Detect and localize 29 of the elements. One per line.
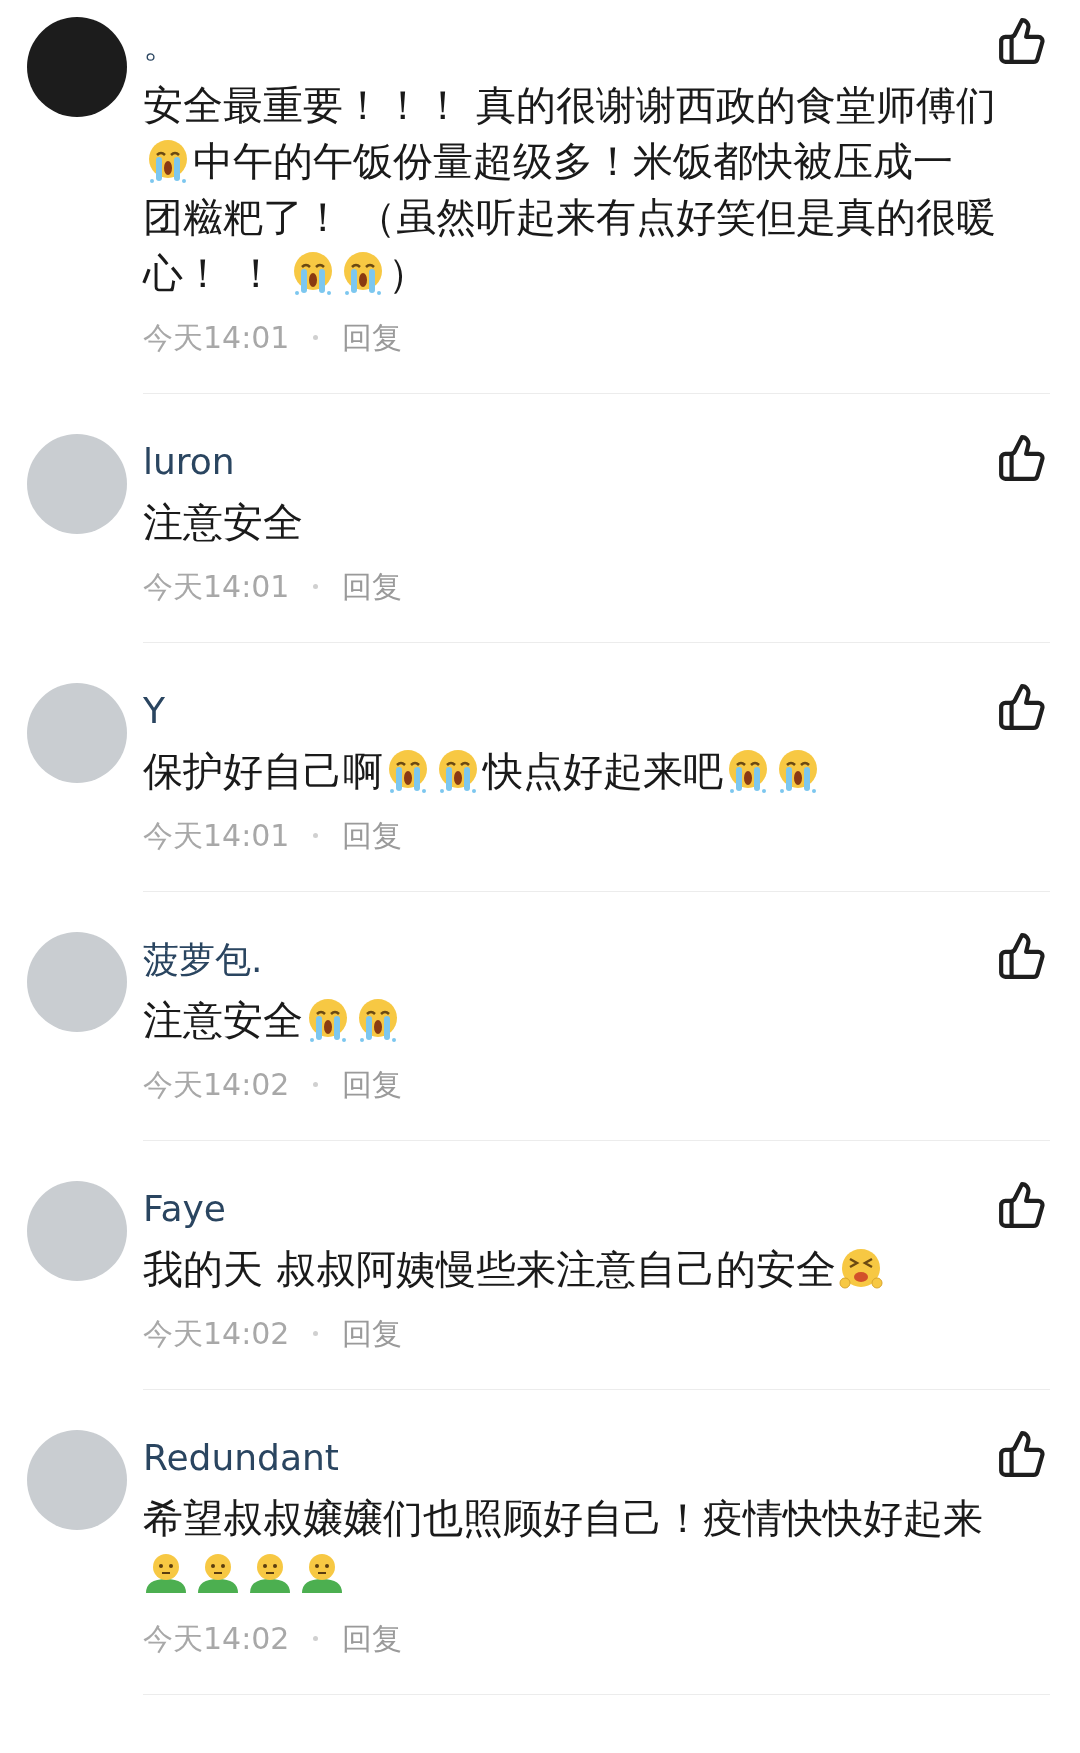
comment-text: ） — [388, 249, 429, 298]
dot-separator-icon — [313, 1330, 319, 1336]
comment-text: 保护好自己啊 — [143, 747, 383, 796]
comment-time: 今天14:02 — [143, 1314, 290, 1353]
dot-separator-icon — [313, 334, 319, 340]
dot-separator-icon — [313, 1635, 319, 1641]
username[interactable]: Redundant — [143, 1431, 339, 1485]
dot-separator-icon — [313, 1081, 319, 1087]
comment-time: 今天14:02 — [143, 1065, 290, 1104]
comment-text: 希望叔叔嬢嬢们也照顾好自己！疫情快快好起来 — [143, 1494, 983, 1543]
comment-time: 今天14:01 — [143, 567, 290, 606]
comment-text: 我的天 叔叔阿姨慢些来注意自己的安全 — [143, 1245, 836, 1294]
comment-text: 注意安全 — [143, 996, 303, 1045]
dot-separator-icon — [313, 583, 319, 589]
username[interactable]: Y — [143, 684, 165, 738]
comment-time: 今天14:01 — [143, 816, 290, 855]
comment-text: 注意安全 — [143, 498, 303, 547]
comment-text: 中午的午饭份量超级多！米饭都快被压成一 — [193, 137, 953, 186]
comment-text: 快点好起来吧 — [483, 747, 723, 796]
username[interactable]: luron — [143, 435, 235, 489]
comment-text: 心！ ！ — [143, 249, 277, 298]
username[interactable]: 。 — [143, 18, 179, 72]
comment-time: 今天14:02 — [143, 1619, 290, 1658]
username[interactable]: 菠萝包. — [143, 933, 263, 987]
username[interactable]: Faye — [143, 1182, 226, 1236]
comment-time: 今天14:01 — [143, 318, 290, 357]
dot-separator-icon — [313, 832, 319, 838]
comment-text: 安全最重要！！！ 真的很谢谢西政的食堂师傅们 — [143, 81, 996, 130]
comment-text: 团糍粑了！ （虽然听起来有点好笑但是真的很暖 — [143, 193, 996, 242]
